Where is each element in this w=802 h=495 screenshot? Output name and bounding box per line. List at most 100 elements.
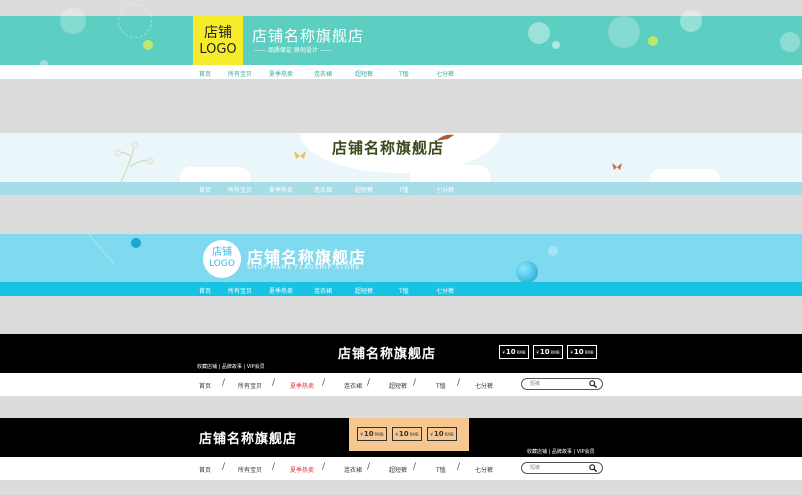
coupon-amount: 10 — [573, 348, 584, 356]
nav-tshirts[interactable]: T恤 — [399, 286, 409, 295]
logo-line1: 店铺 — [204, 25, 232, 41]
flower-icon — [114, 141, 154, 184]
nav-summer-sale[interactable]: 夏季热卖 — [290, 381, 314, 390]
decor-circle — [118, 4, 152, 38]
nav-divider: / — [222, 462, 226, 472]
search-input[interactable]: 短裤 — [521, 462, 603, 474]
banner4-nav: 首页 / 所有宝贝 / 夏季热卖 / 连衣裙 / 超短裤 / T恤 / 七分裤 … — [0, 373, 802, 396]
nav-home[interactable]: 首页 — [199, 465, 211, 474]
coupon-currency: ¥ — [360, 431, 363, 437]
nav-divider: / — [457, 378, 461, 388]
coupon-unit: RMB — [374, 431, 384, 437]
banner1-logo[interactable]: 店铺 LOGO — [193, 16, 243, 66]
banner2-title: 店铺名称旗舰店 — [332, 139, 445, 157]
banner1-title: 店铺名称旗舰店 — [252, 27, 365, 45]
nav-shorts[interactable]: 超短裤 — [355, 286, 373, 295]
coupon-unit: RMB — [584, 349, 594, 355]
nav-dresses[interactable]: 连衣裙 — [344, 381, 362, 390]
coupon-amount: 10 — [505, 348, 516, 356]
nav-shorts[interactable]: 超短裤 — [355, 185, 373, 194]
nav-summer-sale[interactable]: 夏季热卖 — [269, 185, 293, 194]
cloud-shape — [180, 167, 250, 183]
nav-tshirts[interactable]: T恤 — [399, 185, 409, 194]
nav-tshirts[interactable]: T恤 — [399, 69, 409, 78]
banner3-logo[interactable]: 店铺 LOGO — [203, 240, 241, 278]
nav-all-items[interactable]: 所有宝贝 — [228, 185, 252, 194]
decor-circle — [528, 22, 550, 44]
coupon-amount: 10 — [433, 430, 444, 438]
nav-dresses[interactable]: 连衣裙 — [344, 465, 362, 474]
nav-home[interactable]: 首页 — [199, 185, 211, 194]
search-icon[interactable] — [589, 380, 597, 388]
decor-line — [88, 233, 115, 265]
nav-all-items[interactable]: 所有宝贝 — [238, 381, 262, 390]
nav-capris[interactable]: 七分裤 — [475, 381, 493, 390]
nav-divider: / — [367, 378, 371, 388]
decor-circle — [143, 40, 153, 50]
logo-line2: LOGO — [199, 42, 237, 57]
nav-divider: / — [322, 462, 326, 472]
decor-circle — [608, 16, 640, 48]
coupon-currency: ¥ — [536, 349, 539, 355]
banner3-nav: 首页 所有宝贝 夏季热卖 连衣裙 超短裤 T恤 七分裤 — [0, 282, 802, 296]
nav-capris[interactable]: 七分裤 — [436, 69, 454, 78]
butterfly-icon — [612, 163, 622, 170]
banner4-title: 店铺名称旗舰店 — [338, 347, 437, 362]
nav-all-items[interactable]: 所有宝贝 — [228, 286, 252, 295]
banner4-quick-links[interactable]: 收藏店铺 | 品牌故事 | VIP会员 — [197, 363, 265, 370]
butterfly-icon — [294, 151, 306, 159]
coupon-2[interactable]: ¥10 RMB — [533, 345, 563, 359]
nav-summer-sale[interactable]: 夏季热卖 — [269, 69, 293, 78]
nav-capris[interactable]: 七分裤 — [436, 185, 454, 194]
search-icon[interactable] — [589, 464, 597, 472]
nav-home[interactable]: 首页 — [199, 69, 211, 78]
cloud-shape — [410, 165, 490, 183]
nav-divider: / — [272, 462, 276, 472]
coupon-currency: ¥ — [570, 349, 573, 355]
coupon-amount: 10 — [363, 430, 374, 438]
nav-home[interactable]: 首页 — [199, 286, 211, 295]
decor-ball — [131, 238, 141, 248]
nav-tshirts[interactable]: T恤 — [436, 381, 446, 390]
nav-all-items[interactable]: 所有宝贝 — [228, 69, 252, 78]
decor-circle — [60, 8, 86, 34]
nav-divider: / — [367, 462, 371, 472]
page: 店铺 LOGO 店铺名称旗舰店 —— 品质保证 原创设计 —— 首页 所有宝贝 … — [0, 0, 802, 495]
nav-dresses[interactable]: 连衣裙 — [314, 286, 332, 295]
coupon-1[interactable]: ¥10 RMB — [357, 427, 387, 441]
nav-all-items[interactable]: 所有宝贝 — [238, 465, 262, 474]
nav-dresses[interactable]: 连衣裙 — [314, 69, 332, 78]
banner5-nav: 首页 / 所有宝贝 / 夏季热卖 / 连衣裙 / 超短裤 / T恤 / 七分裤 … — [0, 457, 802, 480]
nav-capris[interactable]: 七分裤 — [475, 465, 493, 474]
nav-shorts[interactable]: 超短裤 — [389, 381, 407, 390]
banner3-subtitle: SHOP NAME FLAGSHIP STORE — [247, 264, 361, 271]
coupon-currency: ¥ — [395, 431, 398, 437]
banner1-header — [0, 4, 802, 68]
decor-circle — [648, 36, 658, 46]
nav-summer-sale[interactable]: 夏季热卖 — [290, 465, 314, 474]
coupon-1[interactable]: ¥10 RMB — [499, 345, 529, 359]
coupon-3[interactable]: ¥10 RMB — [567, 345, 597, 359]
coupon-amount: 10 — [539, 348, 550, 356]
coupon-unit: RMB — [444, 431, 454, 437]
nav-shorts[interactable]: 超短裤 — [389, 465, 407, 474]
decor-ball — [516, 261, 538, 283]
search-placeholder: 短裤 — [530, 381, 541, 387]
banner5-title: 店铺名称旗舰店 — [199, 432, 298, 447]
decor-circle — [548, 246, 558, 256]
nav-summer-sale[interactable]: 夏季热卖 — [269, 286, 293, 295]
nav-divider: / — [457, 462, 461, 472]
coupon-2[interactable]: ¥10 RMB — [392, 427, 422, 441]
search-input[interactable]: 短裤 — [521, 378, 603, 390]
nav-capris[interactable]: 七分裤 — [436, 286, 454, 295]
coupon-amount: 10 — [398, 430, 409, 438]
nav-shorts[interactable]: 超短裤 — [355, 69, 373, 78]
coupon-3[interactable]: ¥10 RMB — [427, 427, 457, 441]
banner5-quick-links[interactable]: 收藏店铺 | 品牌故事 | VIP会员 — [527, 448, 595, 455]
nav-tshirts[interactable]: T恤 — [436, 465, 446, 474]
nav-dresses[interactable]: 连衣裙 — [314, 185, 332, 194]
decor-circle — [780, 32, 800, 52]
nav-home[interactable]: 首页 — [199, 381, 211, 390]
nav-divider: / — [413, 378, 417, 388]
decor-circle — [552, 41, 560, 49]
